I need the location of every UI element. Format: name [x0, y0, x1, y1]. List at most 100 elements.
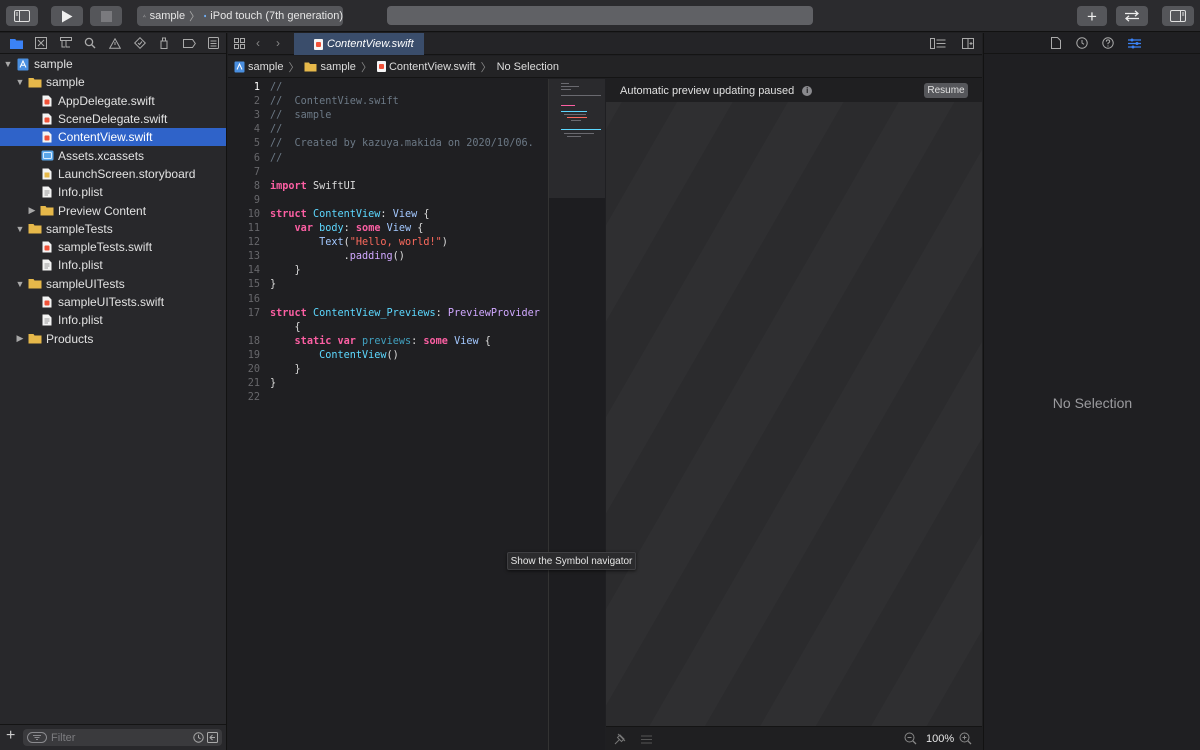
- code-review-button[interactable]: [1116, 6, 1148, 26]
- zoom-level[interactable]: 100%: [926, 733, 954, 745]
- issue-navigator-tab[interactable]: [103, 33, 128, 54]
- tree-row-label: sampleUITests: [46, 276, 125, 291]
- code-line[interactable]: var body: some View {: [270, 223, 424, 234]
- info-icon[interactable]: i: [802, 85, 813, 96]
- tree-row-info-plist[interactable]: Info.plist: [0, 183, 226, 201]
- line-number: 22: [247, 392, 260, 404]
- breakpoint-navigator-tab[interactable]: [177, 33, 202, 54]
- code-line[interactable]: ContentView(): [270, 350, 399, 361]
- related-items-icon[interactable]: [234, 38, 245, 49]
- symbol-navigator-tab[interactable]: [53, 33, 78, 54]
- tree-row-sampleuitests[interactable]: ▼ sampleUITests: [0, 275, 226, 293]
- swift-file-icon: [40, 240, 54, 254]
- tree-row-sampletests-swift[interactable]: sampleTests.swift: [0, 238, 226, 256]
- split-editor-icon[interactable]: [962, 38, 974, 49]
- disclosure-expanded-icon[interactable]: ▼: [14, 224, 26, 234]
- code-line[interactable]: {: [270, 322, 301, 333]
- code-line[interactable]: // sample: [270, 110, 331, 121]
- stop-button[interactable]: [90, 6, 122, 26]
- code-token: View: [386, 223, 412, 234]
- tree-row-preview-content[interactable]: ▶ Preview Content: [0, 201, 226, 219]
- toggle-inspector-button[interactable]: [1162, 6, 1194, 26]
- jumpbar-group[interactable]: sample: [320, 61, 355, 73]
- run-button[interactable]: [51, 6, 83, 26]
- source-editor[interactable]: 1 // 2 // ContentView.swift 3 // sample 4 // 5 //…: [228, 79, 548, 750]
- filter-field[interactable]: Filter: [23, 729, 222, 746]
- library-button[interactable]: +: [1077, 6, 1107, 26]
- code-line[interactable]: //: [270, 82, 282, 93]
- disclosure-expanded-icon[interactable]: ▼: [14, 77, 26, 87]
- disclosure-collapsed-icon[interactable]: ▶: [14, 333, 26, 344]
- recent-files-icon[interactable]: [193, 732, 204, 743]
- minimap-visible-region[interactable]: [549, 79, 605, 198]
- toggle-navigator-button[interactable]: [6, 6, 38, 26]
- tree-row-sampleuitests-swift[interactable]: sampleUITests.swift: [0, 293, 226, 311]
- tree-row-info-plist[interactable]: Info.plist: [0, 311, 226, 329]
- forward-arrow-icon[interactable]: ›: [276, 36, 280, 50]
- find-navigator-tab[interactable]: [78, 33, 103, 54]
- clock-icon: [1076, 37, 1088, 49]
- tree-row-scenedelegate-swift[interactable]: SceneDelegate.swift: [0, 110, 226, 128]
- code-token: "Hello, world!": [349, 237, 442, 249]
- history-inspector-tab[interactable]: [1071, 33, 1093, 54]
- code-token: Text: [319, 237, 344, 249]
- jumpbar-file[interactable]: ContentView.swift: [389, 61, 476, 73]
- zoom-in-icon[interactable]: [959, 732, 972, 745]
- attributes-inspector-tab[interactable]: [1123, 33, 1145, 54]
- project-navigator-tab[interactable]: [4, 33, 29, 54]
- tree-row-sample[interactable]: ▼ sample: [0, 55, 226, 73]
- code-line[interactable]: static var previews: some View {: [270, 336, 491, 347]
- code-line[interactable]: // ContentView.swift: [270, 96, 399, 107]
- tree-row-products[interactable]: ▶ Products: [0, 329, 226, 347]
- jumpbar-project[interactable]: sample: [248, 61, 283, 73]
- tree-row-sample[interactable]: ▼ sample: [0, 73, 226, 91]
- code-line[interactable]: Text("Hello, world!"): [270, 237, 448, 248]
- minimap[interactable]: [548, 79, 605, 750]
- disclosure-expanded-icon[interactable]: ▼: [2, 59, 14, 69]
- tree-row-info-plist[interactable]: Info.plist: [0, 256, 226, 274]
- code-line[interactable]: }: [270, 279, 276, 290]
- list-icon[interactable]: [641, 735, 652, 744]
- code-line[interactable]: struct ContentView_Previews: PreviewProv…: [270, 308, 540, 319]
- tree-row-launchscreen-storyboard[interactable]: LaunchScreen.storyboard: [0, 165, 226, 183]
- report-navigator-tab[interactable]: [201, 33, 226, 54]
- jumpbar-symbol[interactable]: No Selection: [497, 61, 559, 73]
- scheme-target-label: sample: [149, 10, 186, 22]
- disclosure-expanded-icon[interactable]: ▼: [14, 279, 26, 289]
- source-control-navigator-tab[interactable]: [29, 33, 54, 54]
- pin-icon[interactable]: [614, 733, 626, 745]
- tree-row-assets-xcassets[interactable]: Assets.xcassets: [0, 146, 226, 164]
- code-line[interactable]: struct ContentView: View {: [270, 209, 430, 220]
- breakpoint-icon: [182, 38, 196, 48]
- test-navigator-tab[interactable]: [127, 33, 152, 54]
- swift-file-icon: [376, 61, 386, 72]
- code-line[interactable]: }: [270, 364, 301, 375]
- inspector-empty-label: No Selection: [1052, 395, 1133, 411]
- code-line[interactable]: }: [270, 265, 301, 276]
- plus-icon: +: [1087, 6, 1097, 26]
- tree-row-contentview-swift[interactable]: ContentView.swift: [0, 128, 226, 147]
- resume-button[interactable]: Resume: [924, 83, 968, 98]
- source-control-filter-icon[interactable]: [207, 732, 218, 743]
- tree-row-label: sampleTests: [46, 221, 113, 236]
- debug-navigator-tab[interactable]: [152, 33, 177, 54]
- disclosure-collapsed-icon[interactable]: ▶: [26, 205, 38, 216]
- file-inspector-tab[interactable]: [1045, 33, 1067, 54]
- project-file-icon: [234, 61, 245, 72]
- code-line[interactable]: import SwiftUI: [270, 181, 356, 192]
- editor-options-icon[interactable]: [930, 38, 946, 49]
- code-line[interactable]: // Created by kazuya.makida on 2020/10/0…: [270, 138, 534, 149]
- code-line[interactable]: .padding(): [270, 251, 405, 262]
- back-arrow-icon[interactable]: ‹: [256, 36, 260, 50]
- zoom-out-icon[interactable]: [904, 732, 917, 745]
- tree-row-sampletests[interactable]: ▼ sampleTests: [0, 220, 226, 238]
- add-file-button[interactable]: +: [6, 727, 15, 745]
- code-line[interactable]: //: [270, 153, 282, 164]
- tab-contentview[interactable]: ContentView.swift: [294, 33, 424, 55]
- tree-row-appdelegate-swift[interactable]: AppDelegate.swift: [0, 92, 226, 110]
- code-line[interactable]: //: [270, 124, 282, 135]
- code-line[interactable]: }: [270, 378, 276, 389]
- quick-help-inspector-tab[interactable]: [1097, 33, 1119, 54]
- scheme-selector[interactable]: sample 〉 iPod touch (7th generation): [137, 6, 343, 26]
